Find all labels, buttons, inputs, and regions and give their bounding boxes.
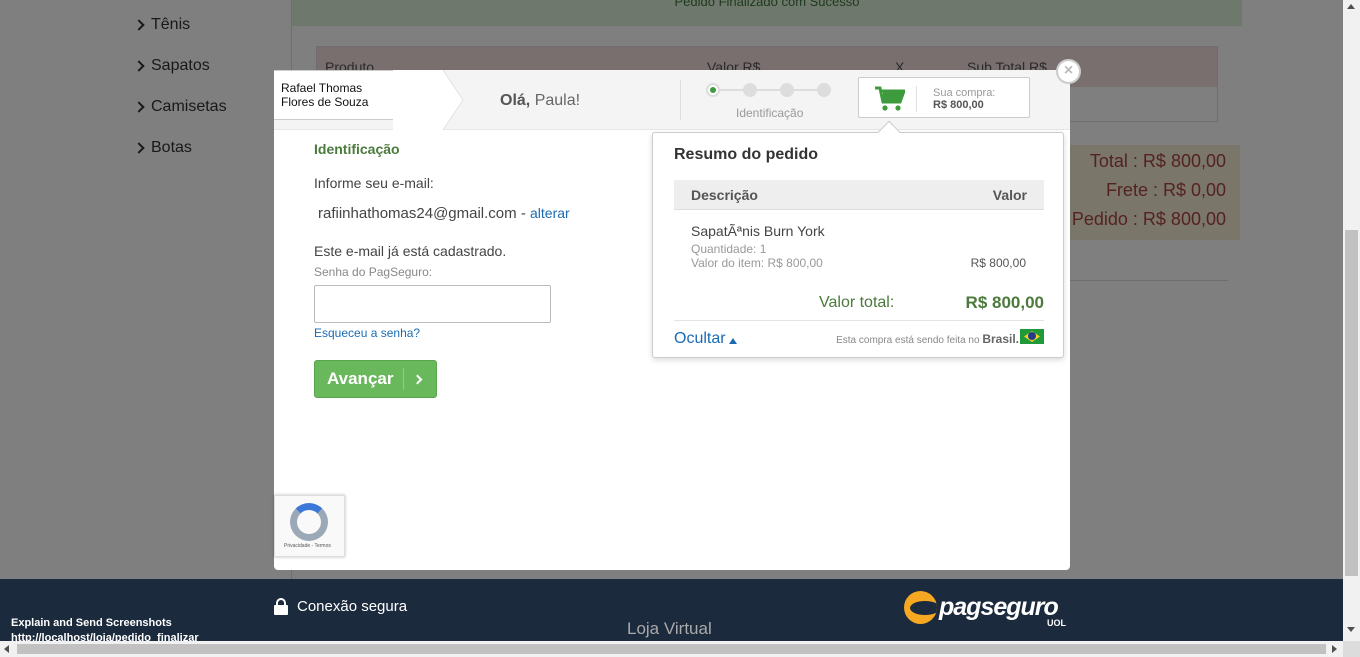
vertical-scroll-thumb[interactable] <box>1345 230 1358 576</box>
progress-steps <box>706 83 836 97</box>
item-price: R$ 800,00 <box>970 256 1026 270</box>
modal-header: Rafael Thomas Flores de Souza Olá, Paula… <box>274 70 1070 130</box>
extension-title: Explain and Send Screenshots <box>11 617 172 629</box>
greeting-name: Paula! <box>534 92 581 109</box>
scroll-down-icon[interactable] <box>1347 627 1355 632</box>
close-modal-button[interactable]: × <box>1056 59 1081 84</box>
brand-sub: UOL <box>1047 618 1066 628</box>
hide-label: Ocultar <box>674 330 726 347</box>
header-divider <box>680 80 681 120</box>
summary-title: Resumo do pedido <box>674 146 818 163</box>
step-dot-active <box>706 83 720 97</box>
scrollbar-corner <box>1343 641 1360 657</box>
store-label: Loja Virtual <box>627 619 712 638</box>
checkout-footer: Conexão segura Explain and Send Screensh… <box>0 579 1343 644</box>
secure-label: Conexão segura <box>297 598 408 615</box>
item-quantity: Quantidade: 1 <box>691 242 767 256</box>
pagseguro-mark-icon <box>904 591 937 624</box>
checkout-modal: Rafael Thomas Flores de Souza Olá, Paula… <box>274 59 1081 570</box>
cart-divider <box>916 86 917 112</box>
secure-connection: Conexão segura <box>274 598 407 615</box>
step-dot <box>743 83 757 97</box>
button-divider <box>403 368 404 390</box>
advance-label: Avançar <box>327 369 394 388</box>
item-unit-value: Valor do item: R$ 800,00 <box>691 256 823 270</box>
chevron-right-icon <box>412 374 423 384</box>
section-title: Identificação <box>314 141 400 157</box>
scroll-right-icon[interactable] <box>1332 645 1337 653</box>
horizontal-scrollbar[interactable] <box>0 641 1343 657</box>
registered-note: Este e-mail já está cadastrado. <box>314 243 507 259</box>
scroll-up-icon[interactable] <box>1347 4 1355 9</box>
cart-summary-toggle[interactable]: Sua compra: R$ 800,00 <box>858 77 1030 118</box>
password-label: Senha do PagSeguro: <box>314 265 433 279</box>
header-arrow-shape <box>393 70 464 130</box>
greeting: Olá, Paula! <box>500 92 580 110</box>
horizontal-scroll-thumb[interactable] <box>17 644 1326 654</box>
scroll-left-icon[interactable] <box>4 645 9 653</box>
shopping-cart-icon <box>875 86 905 111</box>
change-email-link[interactable]: alterar <box>530 205 570 221</box>
cart-value: R$ 800,00 <box>933 99 984 111</box>
merchant-name: Rafael Thomas Flores de Souza <box>274 70 394 120</box>
email-value: rafiinhathomas24@gmail.com <box>318 205 517 222</box>
order-summary-popover: Resumo do pedido Descrição Valor SapatÃª… <box>652 120 1064 358</box>
hide-summary-link[interactable]: Ocultar <box>674 330 737 348</box>
summary-divider <box>674 320 1044 321</box>
cart-label: Sua compra: <box>933 87 996 99</box>
password-input[interactable] <box>314 285 551 323</box>
recaptcha-terms[interactable]: Privacidade - Termos <box>284 543 331 549</box>
brand-name: pagseguro <box>939 593 1059 621</box>
email-row: rafiinhathomas24@gmail.com - alterar <box>318 205 570 222</box>
step-dot <box>780 83 794 97</box>
caret-up-icon <box>728 337 737 344</box>
greeting-prefix: Olá, <box>500 92 531 109</box>
step-dot <box>817 83 831 97</box>
lock-icon <box>274 598 288 615</box>
advance-button[interactable]: Avançar <box>314 360 437 398</box>
recaptcha-icon <box>290 503 328 541</box>
country-note-text: Esta compra está sendo feita no <box>836 335 980 346</box>
pagseguro-logo: pagseguro UOL <box>904 591 1066 628</box>
col-value: Valor <box>992 187 1027 203</box>
vertical-scrollbar[interactable] <box>1343 0 1360 641</box>
progress-line <box>712 89 826 91</box>
country-name: Brasil. <box>982 332 1019 346</box>
country-note: Esta compra está sendo feita no Brasil. <box>836 332 1019 346</box>
total-label: Valor total: <box>819 294 895 311</box>
item-name: SapatÃªnis Burn York <box>691 223 825 239</box>
forgot-password-link[interactable]: Esqueceu a senha? <box>314 326 420 340</box>
col-description: Descrição <box>691 187 758 203</box>
summary-table-header: Descrição Valor <box>674 180 1044 210</box>
total-value: R$ 800,00 <box>965 293 1044 312</box>
email-label: Informe seu e-mail: <box>314 175 434 191</box>
step-label: Identificação <box>736 106 804 120</box>
email-separator: - <box>520 205 526 222</box>
brazil-flag-icon <box>1020 329 1044 344</box>
recaptcha-badge[interactable]: Privacidade - Termos <box>274 495 345 557</box>
